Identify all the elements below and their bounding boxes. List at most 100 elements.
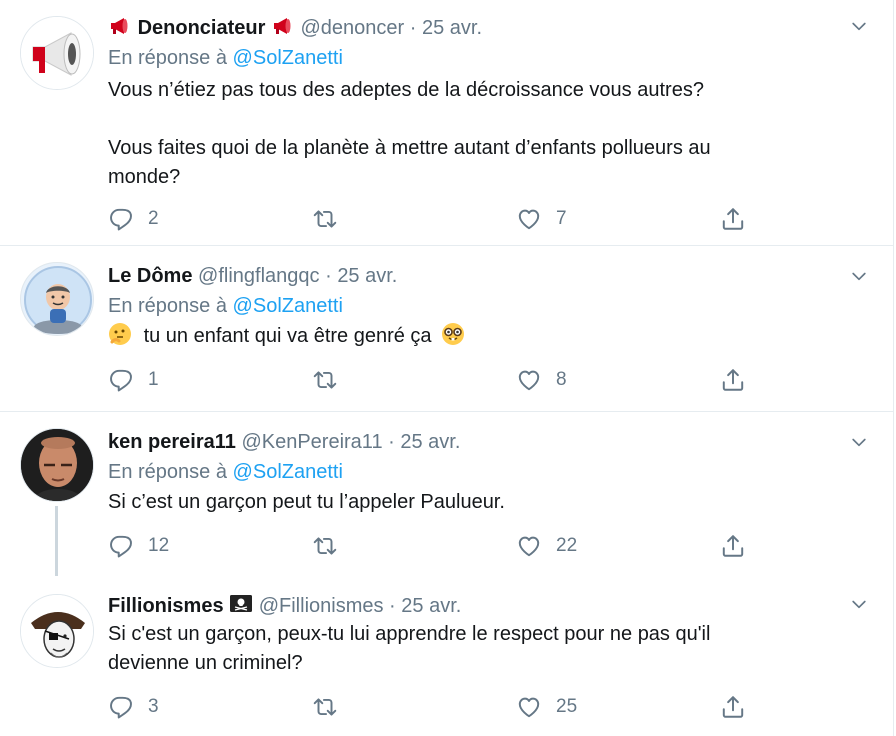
reply-context: En réponse à @SolZanetti bbox=[108, 294, 837, 318]
avatar[interactable] bbox=[20, 428, 94, 502]
reply-mention-link[interactable]: @SolZanetti bbox=[233, 461, 343, 483]
reply-count: 1 bbox=[148, 369, 159, 390]
timestamp[interactable]: 25 avr. bbox=[422, 17, 482, 39]
like-count: 7 bbox=[556, 208, 567, 229]
share-icon bbox=[720, 367, 746, 393]
reply-button[interactable]: 3 bbox=[108, 694, 159, 720]
thread-connector-line bbox=[55, 506, 58, 576]
separator-dot: · bbox=[389, 595, 396, 617]
like-button[interactable]: 7 bbox=[516, 206, 567, 232]
avatar[interactable] bbox=[20, 594, 94, 668]
retweet-icon bbox=[312, 367, 338, 393]
reply-icon bbox=[108, 367, 134, 393]
tweet[interactable]: Fillionismes @Fillionismes · 25 avr. Si … bbox=[0, 576, 893, 736]
megaphone-emoji-icon bbox=[271, 14, 295, 38]
thinking-face-icon bbox=[109, 323, 131, 345]
heart-icon bbox=[516, 694, 542, 720]
tweet-text-line: monde? bbox=[108, 166, 181, 188]
author-name[interactable]: ken pereira11 bbox=[108, 431, 236, 453]
share-icon bbox=[720, 533, 746, 559]
retweet-icon bbox=[312, 694, 338, 720]
avatar[interactable] bbox=[20, 262, 94, 336]
retweet-button[interactable] bbox=[312, 533, 352, 559]
reply-prefix: En réponse à bbox=[108, 461, 227, 483]
heart-icon bbox=[516, 206, 542, 232]
reply-prefix: En réponse à bbox=[108, 295, 227, 317]
reply-mention-link[interactable]: @SolZanetti bbox=[233, 47, 343, 69]
share-button[interactable] bbox=[720, 694, 746, 720]
author-handle[interactable]: @Fillionismes bbox=[259, 595, 384, 617]
tweet-actions: 1 8 bbox=[108, 367, 837, 397]
like-button[interactable]: 25 bbox=[516, 694, 577, 720]
tweet-header: Le Dôme @flingflangqc · 25 avr. bbox=[108, 264, 837, 288]
reply-icon bbox=[108, 694, 134, 720]
tweet-text: Si c'est un garçon, peux-tu lui apprendr… bbox=[108, 620, 837, 678]
like-button[interactable]: 22 bbox=[516, 533, 577, 559]
like-button[interactable]: 8 bbox=[516, 367, 567, 393]
author-handle[interactable]: @denoncer bbox=[301, 17, 405, 39]
share-button[interactable] bbox=[720, 206, 746, 232]
dome-avatar-image bbox=[21, 263, 93, 335]
reply-context: En réponse à @SolZanetti bbox=[108, 46, 837, 70]
author-name[interactable]: Le Dôme bbox=[108, 265, 192, 287]
share-button[interactable] bbox=[720, 533, 746, 559]
tweet-header: ken pereira11 @KenPereira11 · 25 avr. bbox=[108, 430, 837, 454]
like-count: 25 bbox=[556, 696, 578, 717]
separator-dot: · bbox=[388, 431, 395, 453]
reply-button[interactable]: 2 bbox=[108, 206, 159, 232]
avatar[interactable] bbox=[20, 16, 94, 90]
share-icon bbox=[720, 206, 746, 232]
timestamp[interactable]: 25 avr. bbox=[337, 265, 397, 287]
tweet-header: Denonciateur @denoncer · 25 avr. bbox=[108, 14, 837, 40]
reply-count: 2 bbox=[148, 208, 159, 229]
timestamp[interactable]: 25 avr. bbox=[400, 431, 460, 453]
author-name[interactable]: Denonciateur bbox=[138, 17, 266, 39]
retweet-button[interactable] bbox=[312, 367, 352, 393]
tweet-text-line: Vous faites quoi de la planète à mettre … bbox=[108, 137, 711, 159]
tweet[interactable]: ken pereira11 @KenPereira11 · 25 avr. En… bbox=[0, 412, 893, 576]
share-button[interactable] bbox=[720, 367, 746, 393]
tweet-text-line: devienne un criminel? bbox=[108, 652, 303, 674]
pirate-avatar-image bbox=[21, 595, 93, 667]
author-name[interactable]: Fillionismes bbox=[108, 595, 224, 617]
pirate-flag-icon bbox=[230, 595, 253, 612]
retweet-button[interactable] bbox=[312, 206, 352, 232]
tweet-text: Vous n’étiez pas tous des adeptes de la … bbox=[108, 76, 837, 192]
tweet-text-line: Si c'est un garçon, peux-tu lui apprendr… bbox=[108, 623, 711, 645]
tweet[interactable]: Le Dôme @flingflangqc · 25 avr. En répon… bbox=[0, 246, 893, 412]
reply-icon bbox=[108, 533, 134, 559]
tweet-text-line: Vous n’étiez pas tous des adeptes de la … bbox=[108, 79, 704, 101]
megaphone-emoji-icon bbox=[108, 14, 132, 38]
tweet-text: Si c’est un garçon peut tu l’appeler Pau… bbox=[108, 491, 505, 513]
tweet-header: Fillionismes @Fillionismes · 25 avr. bbox=[108, 592, 837, 618]
megaphone-avatar-image bbox=[21, 17, 93, 89]
tweet-text: tu un enfant qui va être genré ça bbox=[108, 322, 837, 351]
reply-count: 3 bbox=[148, 696, 159, 717]
tweet[interactable]: Denonciateur @denoncer · 25 avr. En répo… bbox=[0, 0, 893, 246]
reply-context: En réponse à @SolZanetti bbox=[108, 460, 837, 484]
heart-icon bbox=[516, 367, 542, 393]
like-count: 8 bbox=[556, 369, 567, 390]
chevron-down-icon[interactable] bbox=[849, 594, 869, 614]
share-icon bbox=[720, 694, 746, 720]
tweet-text-body: tu un enfant qui va être genré ça bbox=[143, 325, 432, 347]
tweet-actions: 2 7 bbox=[108, 206, 837, 236]
chevron-down-icon[interactable] bbox=[849, 432, 869, 452]
author-handle[interactable]: @KenPereira11 bbox=[241, 431, 382, 453]
heart-icon bbox=[516, 533, 542, 559]
reply-button[interactable]: 12 bbox=[108, 533, 169, 559]
nerd-face-icon bbox=[442, 323, 465, 345]
reply-mention-link[interactable]: @SolZanetti bbox=[233, 295, 343, 317]
separator-dot: · bbox=[409, 17, 417, 39]
retweet-button[interactable] bbox=[312, 694, 352, 720]
separator-dot: · bbox=[325, 265, 332, 287]
like-count: 22 bbox=[556, 535, 578, 556]
timestamp[interactable]: 25 avr. bbox=[401, 595, 461, 617]
chevron-down-icon[interactable] bbox=[849, 16, 869, 36]
ken-avatar-image bbox=[21, 429, 93, 501]
tweet-actions: 3 25 bbox=[108, 694, 837, 724]
reply-button[interactable]: 1 bbox=[108, 367, 159, 393]
chevron-down-icon[interactable] bbox=[849, 266, 869, 286]
author-handle[interactable]: @flingflangqc bbox=[198, 265, 319, 287]
reply-count: 12 bbox=[148, 535, 170, 556]
